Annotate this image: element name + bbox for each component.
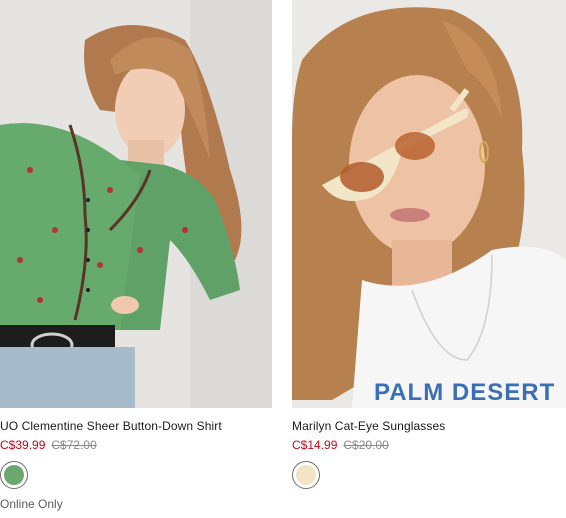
original-price: C$20.00	[343, 438, 389, 452]
product-name[interactable]: UO Clementine Sheer Button-Down Shirt	[0, 419, 272, 433]
color-swatch-green[interactable]	[0, 461, 28, 489]
product-card: PALM DESERT Marilyn Cat-Eye Sunglasses C…	[292, 0, 566, 489]
product-price: C$14.99 C$20.00	[292, 438, 566, 452]
online-only-badge: Online Only	[0, 497, 63, 511]
product-image-link[interactable]	[0, 0, 272, 408]
product-name[interactable]: Marilyn Cat-Eye Sunglasses	[292, 419, 566, 433]
swatch-fill	[4, 465, 24, 485]
product-photo	[0, 0, 272, 408]
product-price: C$39.99 C$72.00	[0, 438, 272, 452]
shirt-print-text: PALM DESERT	[374, 379, 555, 406]
product-card: UO Clementine Sheer Button-Down Shirt C$…	[0, 0, 272, 511]
product-photo: PALM DESERT	[292, 0, 566, 408]
sale-price: C$14.99	[292, 438, 338, 452]
sale-price: C$39.99	[0, 438, 46, 452]
product-image-link[interactable]: PALM DESERT	[292, 0, 566, 408]
swatch-fill	[296, 465, 316, 485]
color-swatch-cream[interactable]	[292, 461, 320, 489]
original-price: C$72.00	[51, 438, 97, 452]
